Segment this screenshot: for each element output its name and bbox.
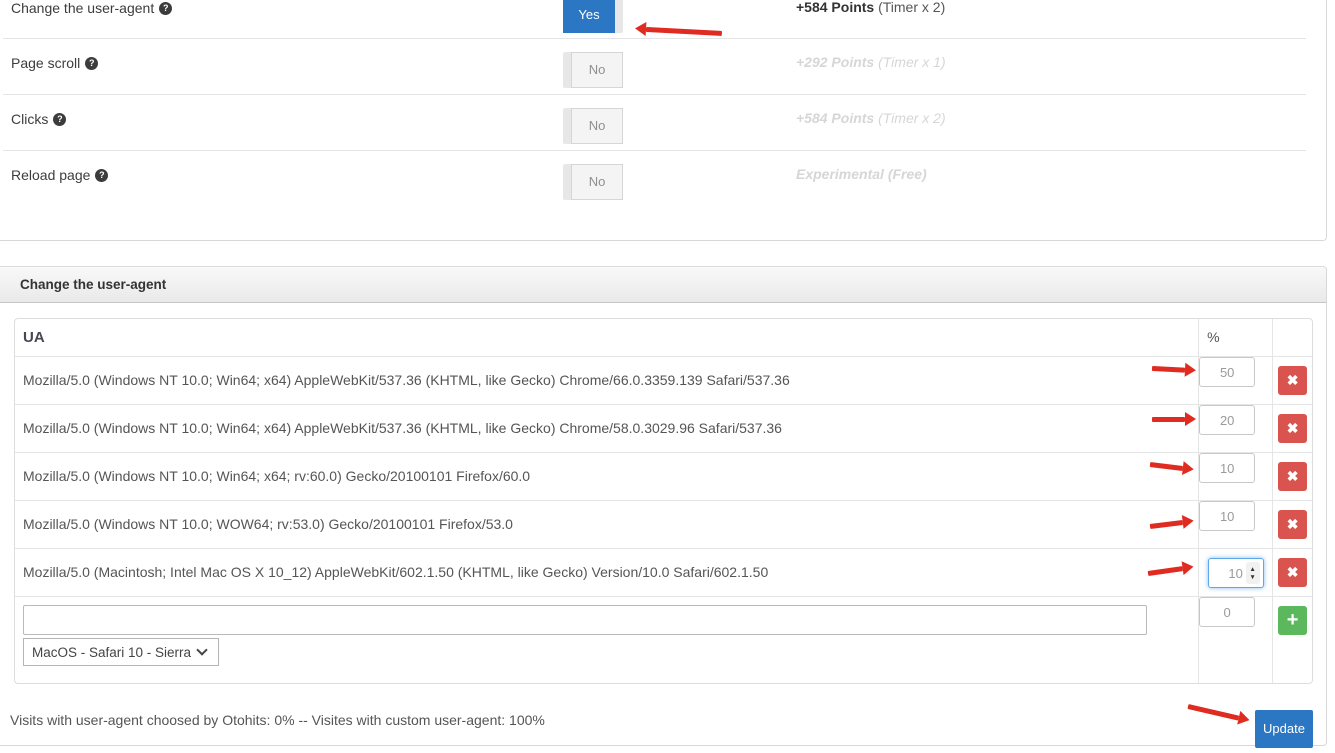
update-button[interactable]: Update [1255, 710, 1313, 748]
delete-icon: ✖ [1287, 372, 1299, 388]
points-reward: +292 Points (Timer x 1) [796, 54, 946, 70]
ua-string: Mozilla/5.0 (Windows NT 10.0; Win64; x64… [15, 405, 1198, 452]
setting-label: Clicks? [11, 111, 66, 127]
percent-input[interactable] [1199, 501, 1255, 531]
points-reward: +584 Points (Timer x 2) [796, 110, 946, 126]
points-timer: (Timer x 2) [874, 110, 945, 126]
points-value: Experimental (Free) [796, 166, 927, 182]
new-percent-input[interactable] [1199, 597, 1255, 627]
add-icon: + [1287, 609, 1299, 631]
ua-string: Mozilla/5.0 (Windows NT 10.0; Win64; x64… [15, 453, 1198, 500]
delete-icon: ✖ [1287, 516, 1299, 532]
percent-input[interactable] [1199, 453, 1255, 483]
setting-label-text: Reload page [11, 167, 90, 183]
toggle-no-button[interactable]: No [571, 52, 623, 88]
setting-label: Change the user-agent? [11, 0, 172, 16]
ua-string: Mozilla/5.0 (Macintosh; Intel Mac OS X 1… [15, 549, 1198, 596]
number-spinner[interactable]: ▲ ▼ [1246, 562, 1260, 584]
percent-column-header: % [1198, 319, 1272, 356]
delete-icon: ✖ [1287, 420, 1299, 436]
delete-ua-button[interactable]: ✖ [1278, 462, 1307, 491]
table-row: Mozilla/5.0 (Macintosh; Intel Mac OS X 1… [15, 548, 1312, 596]
percent-input[interactable] [1199, 357, 1255, 387]
points-value: +292 Points [796, 54, 874, 70]
spinner-down-icon[interactable]: ▼ [1249, 574, 1255, 581]
add-ua-button[interactable]: + [1278, 606, 1307, 635]
ua-string: Mozilla/5.0 (Windows NT 10.0; Win64; x64… [15, 357, 1198, 404]
setting-row-clicks: Clicks? No +584 Points (Timer x 2) [0, 95, 1320, 151]
delete-ua-button[interactable]: ✖ [1278, 558, 1307, 587]
toggle-no-button[interactable]: No [571, 108, 623, 144]
toggle-page-scroll[interactable]: No [563, 52, 623, 88]
ua-distribution-summary: Visits with user-agent choosed by Otohit… [10, 712, 545, 728]
setting-label-text: Clicks [11, 111, 48, 127]
delete-ua-button[interactable]: ✖ [1278, 414, 1307, 443]
table-header-row: UA % [15, 319, 1312, 356]
actions-column-header [1272, 319, 1312, 356]
table-row: Mozilla/5.0 (Windows NT 10.0; Win64; x64… [15, 356, 1312, 404]
ua-column-header: UA [15, 319, 1198, 356]
annotation-arrow-percent-2 [1152, 417, 1185, 422]
points-reward: Experimental (Free) [796, 166, 927, 182]
percent-input-wrap: ▲ ▼ [1208, 558, 1264, 588]
toggle-clicks[interactable]: No [563, 108, 623, 144]
setting-row-reload-page: Reload page? No Experimental (Free) [0, 151, 1320, 207]
new-ua-input[interactable] [23, 605, 1147, 635]
user-agent-panel-header: Change the user-agent [0, 266, 1327, 303]
table-row: Mozilla/5.0 (Windows NT 10.0; Win64; x64… [15, 404, 1312, 452]
help-icon[interactable]: ? [159, 2, 172, 15]
help-icon[interactable]: ? [85, 57, 98, 70]
new-ua-row: MacOS - Safari 10 - Sierra + [15, 596, 1312, 683]
points-timer: (Timer x 1) [874, 54, 945, 70]
help-icon[interactable]: ? [95, 169, 108, 182]
setting-label: Reload page? [11, 167, 108, 183]
toggle-reload-page[interactable]: No [563, 164, 623, 200]
toggle-yes-button[interactable]: Yes [563, 0, 615, 33]
visit-options-panel: Change the user-agent? Yes +584 Points (… [0, 0, 1327, 241]
setting-label: Page scroll? [11, 55, 98, 71]
setting-label-text: Change the user-agent [11, 0, 154, 16]
points-value: +584 Points [796, 110, 874, 126]
delete-ua-button[interactable]: ✖ [1278, 510, 1307, 539]
setting-label-text: Page scroll [11, 55, 80, 71]
points-value: +584 Points [796, 0, 874, 15]
delete-ua-button[interactable]: ✖ [1278, 366, 1307, 395]
settings-page: Change the user-agent? Yes +584 Points (… [0, 0, 1335, 753]
delete-icon: ✖ [1287, 564, 1299, 580]
ua-preset-select-wrap: MacOS - Safari 10 - Sierra [23, 638, 219, 666]
ua-string: Mozilla/5.0 (Windows NT 10.0; WOW64; rv:… [15, 501, 1198, 548]
toggle-change-user-agent[interactable]: Yes [563, 0, 623, 33]
table-row: Mozilla/5.0 (Windows NT 10.0; WOW64; rv:… [15, 500, 1312, 548]
setting-row-page-scroll: Page scroll? No +292 Points (Timer x 1) [0, 39, 1320, 95]
ua-preset-select[interactable]: MacOS - Safari 10 - Sierra [23, 638, 219, 666]
delete-icon: ✖ [1287, 468, 1299, 484]
panel-title: Change the user-agent [0, 267, 1326, 292]
table-row: Mozilla/5.0 (Windows NT 10.0; Win64; x64… [15, 452, 1312, 500]
help-icon[interactable]: ? [53, 113, 66, 126]
points-reward: +584 Points (Timer x 2) [796, 0, 945, 15]
spinner-up-icon[interactable]: ▲ [1249, 566, 1255, 573]
percent-input[interactable] [1199, 405, 1255, 435]
toggle-no-button[interactable]: No [571, 164, 623, 200]
points-timer: (Timer x 2) [874, 0, 945, 15]
user-agent-table: UA % Mozilla/5.0 (Windows NT 10.0; Win64… [14, 318, 1313, 684]
